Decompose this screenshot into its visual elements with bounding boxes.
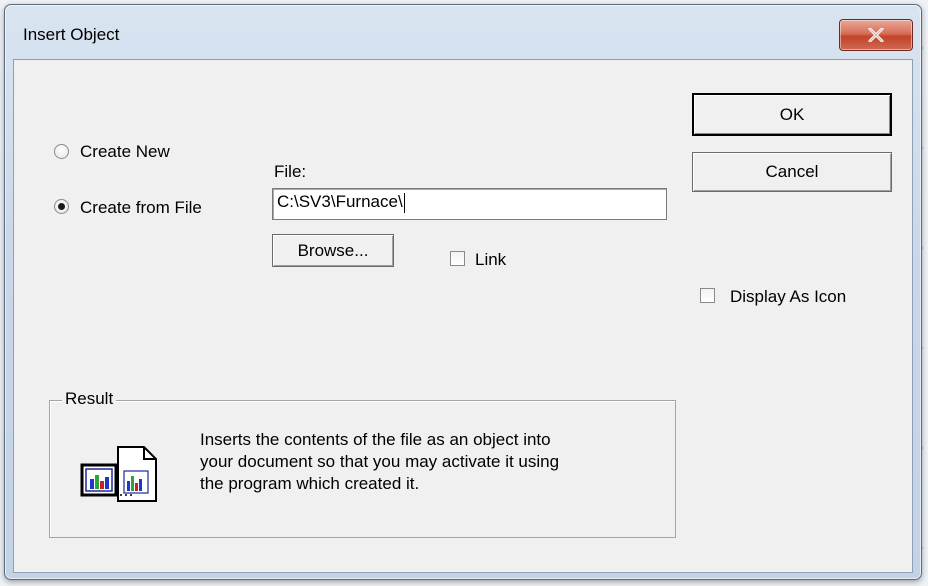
file-object-icon — [80, 446, 157, 502]
file-path-input[interactable]: C:\SV3\Furnace\ — [272, 188, 667, 220]
dialog-title: Insert Object — [23, 25, 120, 44]
display-as-icon-checkbox[interactable] — [700, 288, 715, 303]
display-as-icon-label[interactable]: Display As Icon — [730, 287, 846, 307]
dialog-body: Create New Create from File File: C:\SV3… — [13, 59, 913, 573]
link-label[interactable]: Link — [475, 250, 506, 270]
close-button[interactable] — [839, 19, 913, 51]
create-new-label[interactable]: Create New — [80, 142, 170, 162]
browse-button[interactable]: Browse... — [272, 234, 394, 267]
create-new-radio[interactable] — [54, 144, 69, 159]
insert-object-dialog: Insert Object Create New Create from Fil… — [4, 4, 922, 580]
close-icon — [868, 28, 884, 42]
create-from-file-label[interactable]: Create from File — [80, 198, 202, 218]
text-caret — [403, 192, 405, 213]
link-checkbox[interactable] — [450, 251, 465, 266]
result-line-3: the program which created it. — [200, 474, 420, 493]
ok-button-label: OK — [779, 104, 805, 124]
file-path-value: C:\SV3\Furnace\ — [277, 192, 403, 211]
browse-button-label: Browse... — [297, 240, 369, 260]
cancel-button[interactable]: Cancel — [692, 152, 892, 192]
ok-button[interactable]: OK — [692, 93, 892, 136]
title-bar[interactable]: Insert Object — [5, 5, 921, 51]
cancel-button-label: Cancel — [765, 162, 819, 181]
result-legend: Result — [62, 389, 117, 409]
result-line-1: Inserts the contents of the file as an o… — [200, 430, 551, 449]
result-groupbox: Result Inserts the contents of the file … — [49, 389, 676, 538]
file-label: File: — [274, 162, 307, 181]
result-description: Inserts the contents of the file as an o… — [200, 429, 660, 495]
create-from-file-radio[interactable] — [54, 199, 69, 214]
result-line-2: your document so that you may activate i… — [200, 452, 560, 471]
